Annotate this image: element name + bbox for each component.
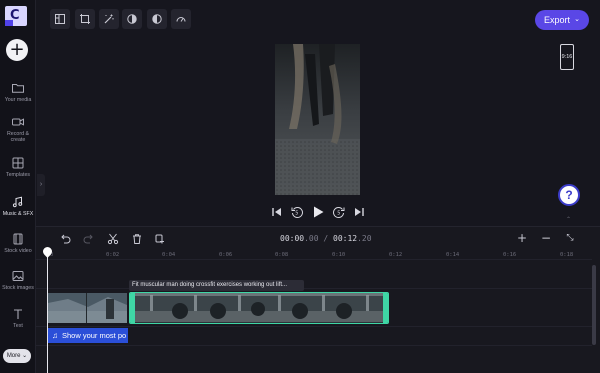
crop-tool-button[interactable]	[75, 9, 95, 29]
fit-timeline-button[interactable]: ⤡	[563, 232, 577, 244]
undo-icon	[61, 234, 71, 244]
skip-forward-button[interactable]	[352, 205, 366, 219]
play-button[interactable]	[311, 205, 325, 219]
svg-text:5: 5	[337, 211, 340, 217]
svg-text:5: 5	[295, 211, 298, 217]
camera-icon	[12, 118, 24, 126]
redo-button[interactable]	[83, 232, 97, 246]
crop-icon	[80, 14, 90, 24]
clip-thumbnail-strip	[130, 293, 387, 322]
tick-label: 0:02	[106, 252, 120, 258]
trim-handle-right[interactable]	[383, 293, 388, 323]
export-button[interactable]: Export ⌄	[535, 10, 589, 30]
delete-button[interactable]	[131, 232, 145, 246]
sidebar-item-templates[interactable]: Templates	[0, 157, 36, 178]
contrast-icon	[127, 14, 137, 24]
sidebar-item-label: Music & SFX	[2, 211, 34, 217]
audio-clip-label: Show your most po	[62, 331, 127, 340]
zoom-in-button[interactable]: +	[515, 232, 529, 244]
sidebar-item-text[interactable]: Text	[0, 308, 36, 329]
tick-label: 0:10	[332, 252, 346, 258]
contrast-tool-button[interactable]	[122, 9, 142, 29]
film-icon	[13, 233, 23, 245]
sidebar-item-music-sfx[interactable]: Music & SFX	[0, 196, 36, 217]
tick-label: 0:12	[389, 252, 403, 258]
redo-icon	[83, 234, 93, 244]
tick-label: 0:14	[446, 252, 460, 258]
templates-icon	[12, 157, 24, 169]
filter-tool-button[interactable]	[147, 9, 167, 29]
magic-tool-button[interactable]	[99, 9, 119, 29]
sidebar-item-label: Stock video	[4, 248, 32, 254]
duplicate-button[interactable]	[154, 232, 168, 246]
forward-5s-button[interactable]: 5	[332, 205, 346, 219]
tick-label: 0:04	[162, 252, 176, 258]
clip-thumbnail-image	[48, 293, 127, 323]
scissors-icon	[107, 233, 119, 245]
layout-tool-button[interactable]	[50, 9, 70, 29]
chevron-down-icon: ⌄	[574, 16, 580, 23]
magic-wand-icon	[104, 14, 114, 24]
folder-icon	[12, 84, 24, 93]
duplicate-icon	[155, 234, 164, 244]
collapse-panel-button[interactable]: ›	[37, 174, 45, 196]
timeline-scrollbar[interactable]	[592, 265, 596, 345]
playhead[interactable]	[47, 250, 48, 373]
chevron-up-icon[interactable]: ⌃	[566, 216, 571, 223]
undo-button[interactable]	[59, 232, 73, 246]
skip-back-icon	[272, 208, 281, 216]
preview-frame-image	[275, 44, 360, 195]
more-button[interactable]: More ⌄	[3, 349, 31, 363]
sidebar-item-stock-images[interactable]: Stock images	[0, 270, 36, 291]
sidebar-item-label: Templates	[5, 172, 31, 178]
sidebar-item-label: Stock images	[2, 285, 34, 291]
filter-icon	[152, 14, 162, 24]
add-media-button[interactable]: +	[6, 39, 28, 61]
sidebar: C + Your media Record & create Templates…	[0, 0, 36, 373]
forward-icon: 5	[333, 207, 345, 219]
rewind-icon: 5	[291, 207, 303, 219]
rewind-5s-button[interactable]: 5	[290, 205, 304, 219]
trash-icon	[133, 234, 141, 244]
zoom-out-button[interactable]: −	[539, 232, 553, 244]
text-icon	[14, 309, 22, 319]
sidebar-item-label: Text	[13, 323, 23, 329]
music-note-icon: ♫	[52, 331, 58, 340]
clip-title-tooltip: Fit muscular man doing crossfit exercise…	[129, 280, 304, 291]
tick-label: 0:18	[560, 252, 574, 258]
skip-back-button[interactable]	[270, 205, 284, 219]
layout-icon	[55, 14, 65, 24]
tick-label: 0:08	[275, 252, 289, 258]
trim-handle-left[interactable]	[130, 293, 135, 323]
skip-forward-icon	[355, 208, 364, 216]
speed-icon	[176, 17, 186, 22]
clipchamp-logo[interactable]: C	[5, 6, 27, 26]
split-button[interactable]	[107, 232, 121, 246]
play-icon	[314, 206, 324, 218]
tick-label: 0:16	[503, 252, 517, 258]
image-icon	[12, 271, 24, 281]
video-preview[interactable]	[275, 44, 360, 195]
music-icon	[12, 196, 23, 208]
aspect-ratio-button[interactable]: 9:16	[560, 44, 574, 70]
sidebar-item-record-create[interactable]: Record & create	[0, 116, 36, 143]
speed-tool-button[interactable]	[171, 9, 191, 29]
timecode-display: 00:00.00 / 00:12.20	[280, 234, 372, 243]
audio-clip[interactable]: ♫ Show your most po	[48, 328, 128, 343]
video-clip-selected[interactable]	[129, 292, 389, 324]
sidebar-item-label: Your media	[4, 97, 32, 103]
help-button[interactable]: ?	[558, 184, 580, 206]
sidebar-item-label: Record & create	[6, 131, 30, 143]
export-label: Export	[544, 15, 571, 25]
tick-label: 0:06	[219, 252, 233, 258]
sidebar-item-your-media[interactable]: Your media	[0, 82, 36, 103]
video-clip[interactable]	[48, 293, 127, 323]
sidebar-item-stock-video[interactable]: Stock video	[0, 233, 36, 254]
